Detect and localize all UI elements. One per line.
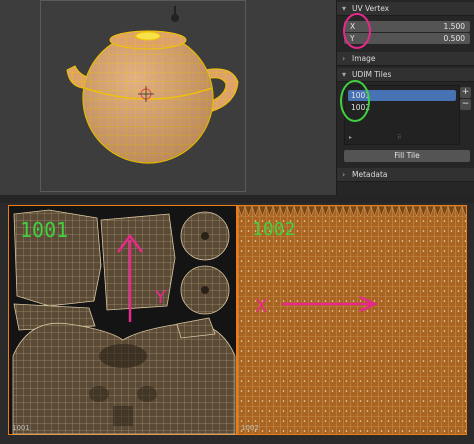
panel-title: Image <box>352 54 376 63</box>
list-item[interactable]: 1002 <box>348 102 456 113</box>
tile-number-label: 1002 <box>241 424 259 432</box>
fill-tile-button[interactable]: Fill Tile <box>344 150 470 162</box>
uv-x-field[interactable]: X 1.500 <box>344 21 470 32</box>
udim-tiles-panel-header[interactable]: ▾ UDIM Tiles <box>337 68 474 82</box>
sidebar-panel: ▾ UV Vertex X 1.500 Y 0.500 › Image ▾ UD… <box>336 0 474 195</box>
uv-vertex-panel-header[interactable]: ▾ UV Vertex <box>337 2 474 16</box>
chevron-right-icon: › <box>342 170 346 179</box>
udim-tile-1001[interactable]: 1001 <box>8 205 237 435</box>
tile-number-label: 1001 <box>12 424 30 432</box>
list-item[interactable]: 1001 <box>348 90 456 101</box>
uv-grid-pattern <box>238 206 466 434</box>
grip-icon[interactable]: ⠿ <box>397 134 401 141</box>
panel-title: Metadata <box>352 170 388 179</box>
image-panel-header[interactable]: › Image <box>337 52 474 66</box>
uv-islands[interactable] <box>9 206 238 436</box>
panel-title: UDIM Tiles <box>352 70 392 79</box>
teapot-mesh[interactable] <box>0 0 336 195</box>
area-separator[interactable] <box>0 195 474 203</box>
udim-tile-list[interactable]: 1001 1002 ▸ ⠿ <box>344 85 460 145</box>
3d-viewport[interactable] <box>0 0 336 195</box>
uv-y-field[interactable]: Y 0.500 <box>344 33 470 44</box>
chevron-down-icon: ▾ <box>342 4 347 13</box>
field-label: Y <box>350 34 355 43</box>
udim-tile-1002[interactable]: 1002 <box>237 205 467 435</box>
metadata-panel-header[interactable]: › Metadata <box>337 168 474 182</box>
chevron-right-icon: › <box>342 54 346 63</box>
add-tile-button[interactable]: + <box>460 87 471 98</box>
field-value: 0.500 <box>443 34 465 43</box>
blender-window: ▾ UV Vertex X 1.500 Y 0.500 › Image ▾ UD… <box>0 0 474 444</box>
remove-tile-button[interactable]: − <box>460 99 471 110</box>
field-label: X <box>350 22 356 31</box>
chevron-down-icon: ▾ <box>342 70 347 79</box>
uv-editor[interactable]: 1001 1002 <box>0 203 474 444</box>
resize-triangle-icon[interactable]: ▸ <box>349 134 352 141</box>
field-value: 1.500 <box>443 22 465 31</box>
panel-title: UV Vertex <box>352 4 390 13</box>
